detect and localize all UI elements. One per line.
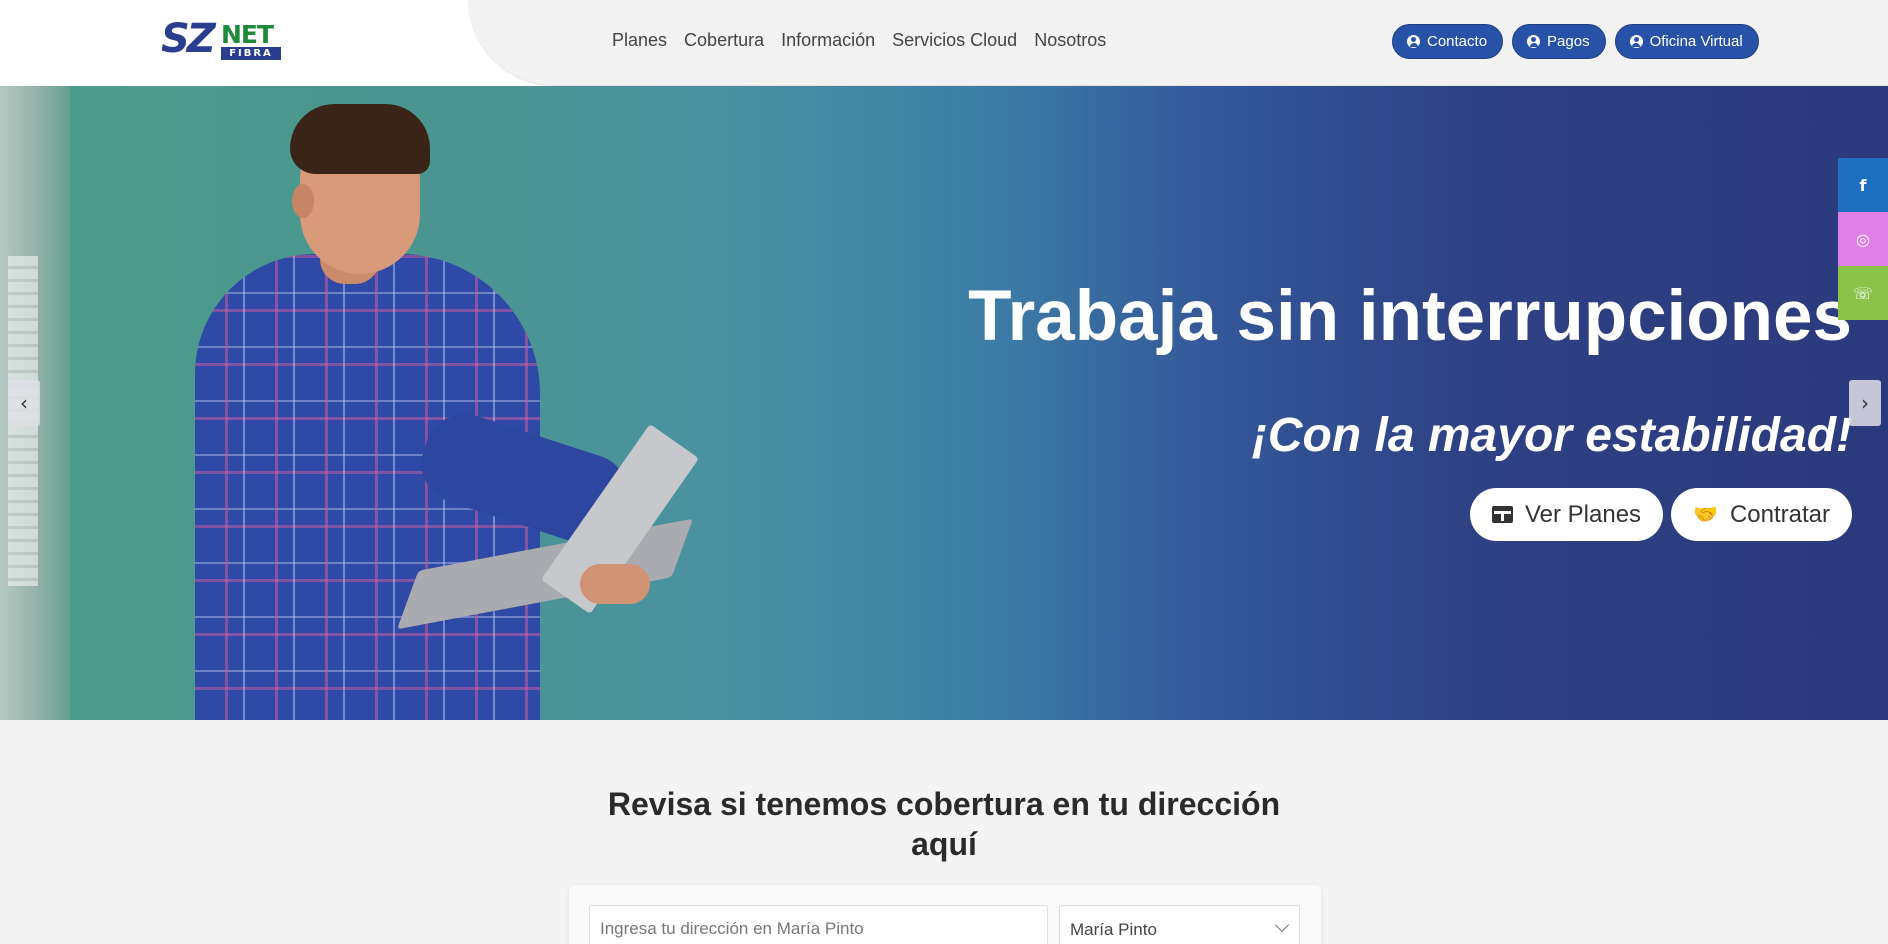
person-hair [290,104,430,174]
main-nav: Planes Cobertura Información Servicios C… [612,30,1106,51]
person-hand [580,564,650,604]
hero-person-image [180,104,740,720]
chevron-down-icon [1274,917,1290,933]
sznet-logo[interactable]: SZ NET FIBRA [161,16,285,62]
hero-slider: Trabaja sin interrupciones ¡Con la mayor… [0,86,1888,720]
site-header: SZ NET FIBRA Planes Cobertura Informació… [0,0,1888,86]
handshake-icon: 🤝 [1693,504,1718,526]
user-circle-icon [1629,35,1643,48]
contratar-label: Contratar [1729,500,1830,528]
hero-subtitle: ¡Con la mayor estabilidad! [1251,409,1852,462]
instagram-button[interactable]: ◎ [1838,212,1888,266]
user-circle-icon [1527,35,1541,48]
nav-servicios-cloud[interactable]: Servicios Cloud [892,30,1017,51]
pagos-button[interactable]: Pagos [1512,24,1606,59]
whatsapp-button[interactable]: ☏ [1838,266,1888,320]
address-input[interactable] [589,905,1048,944]
facebook-icon: f [1859,175,1867,195]
hero-title: Trabaja sin interrupciones [968,277,1852,356]
header-actions: Contacto Pagos Oficina Virtual [1392,24,1759,59]
coverage-title: Revisa si tenemos cobertura en tu direcc… [0,784,1888,864]
table-icon [1491,506,1513,523]
chevron-right-icon: › [1861,391,1869,415]
commune-select[interactable]: María Pinto [1059,905,1300,944]
logo-sz-text: SZ [161,16,216,62]
contratar-button[interactable]: 🤝 Contratar [1671,488,1852,541]
chevron-left-icon: ‹ [20,391,28,415]
nav-cobertura[interactable]: Cobertura [684,30,764,51]
coverage-form: María Pinto [569,885,1321,944]
commune-selected-value: María Pinto [1070,920,1157,939]
coverage-title-line1: Revisa si tenemos cobertura en tu direcc… [607,786,1281,822]
nav-nosotros[interactable]: Nosotros [1034,30,1106,51]
person-ear [292,184,314,218]
oficina-virtual-label: Oficina Virtual [1649,33,1743,50]
coverage-title-line2: aquí [911,826,977,862]
ver-planes-button[interactable]: Ver Planes [1469,488,1664,541]
whatsapp-icon: ☏ [1852,283,1873,303]
person-laptop [397,423,710,630]
contacto-label: Contacto [1427,33,1488,50]
pagos-label: Pagos [1547,33,1590,50]
slider-next-button[interactable]: › [1849,380,1881,426]
logo-fibra-text: FIBRA [221,47,281,60]
oficina-virtual-button[interactable]: Oficina Virtual [1614,24,1759,59]
ver-planes-label: Ver Planes [1524,500,1642,528]
slider-prev-button[interactable]: ‹ [8,380,40,426]
nav-planes[interactable]: Planes [612,30,667,51]
instagram-icon: ◎ [1856,229,1870,249]
user-circle-icon [1407,35,1420,48]
contacto-button[interactable]: Contacto [1392,24,1504,59]
logo-net-text: NET [221,20,274,49]
nav-informacion[interactable]: Información [781,30,875,51]
hero-actions: Ver Planes 🤝 Contratar [1469,488,1852,541]
facebook-button[interactable]: f [1838,158,1888,212]
